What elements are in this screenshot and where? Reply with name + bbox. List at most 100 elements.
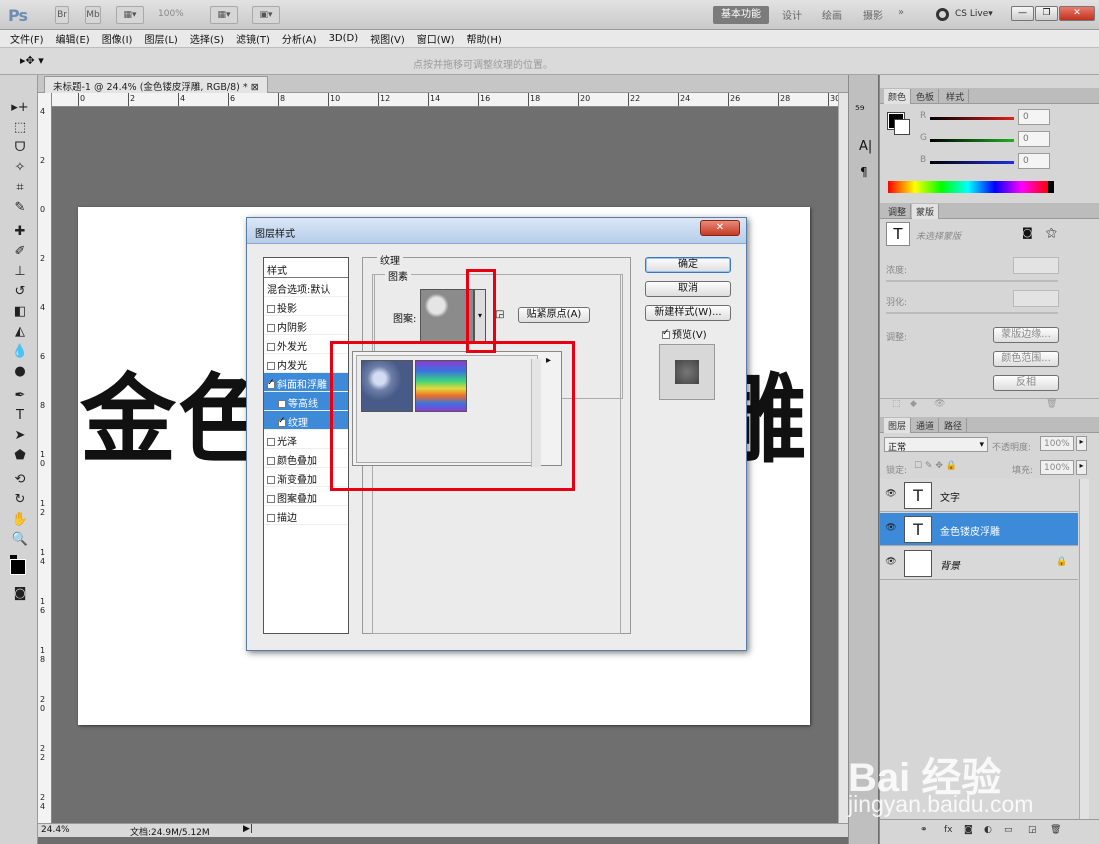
feather-field[interactable] [1013, 290, 1059, 307]
tab-paths[interactable]: 路径 [940, 418, 968, 433]
menu-analysis[interactable]: 分析(A) [282, 31, 317, 46]
view-extras-icon[interactable]: ▦▾ [116, 6, 144, 24]
tab-channels[interactable]: 通道 [912, 418, 940, 433]
dialog-close-button[interactable]: ✕ [700, 220, 740, 236]
feather-slider[interactable] [886, 312, 1058, 314]
status-menu-arrow-icon[interactable]: ▶| [243, 824, 253, 834]
tab-masks[interactable]: 蒙版 [912, 204, 940, 219]
style-checkbox[interactable] [267, 476, 275, 484]
menu-layer[interactable]: 图层(L) [144, 31, 177, 46]
style-checkbox[interactable] [267, 378, 275, 389]
status-zoom[interactable]: 24.4% [41, 825, 70, 835]
channel-value[interactable]: 0 [1018, 153, 1050, 169]
new-layer-icon[interactable]: ◲ [1028, 825, 1037, 835]
layers-scrollbar[interactable] [1079, 479, 1089, 819]
menu-filter[interactable]: 滤镜(T) [236, 31, 270, 46]
density-slider[interactable] [886, 280, 1058, 282]
shape-tool-icon[interactable]: ⬟ [10, 447, 30, 465]
close-button[interactable]: ✕ [1059, 6, 1095, 21]
blend-mode-select[interactable]: 正常 ▾ [884, 437, 988, 453]
tab-layers[interactable]: 图层 [884, 418, 912, 433]
screen-mode-icon[interactable]: ▣▾ [252, 6, 280, 24]
menu-view[interactable]: 视图(V) [370, 31, 405, 46]
bridge-icon[interactable]: Br [55, 6, 69, 24]
style-item[interactable]: 投影 [264, 297, 348, 316]
menu-3d[interactable]: 3D(D) [329, 33, 359, 44]
style-checkbox[interactable] [278, 416, 286, 427]
style-checkbox[interactable] [267, 343, 275, 351]
workspace-more[interactable]: » [898, 7, 904, 18]
tab-swatches[interactable]: 色板 [912, 89, 940, 104]
channel-slider[interactable] [930, 161, 1014, 164]
menu-file[interactable]: 文件(F) [10, 31, 44, 46]
load-selection-icon[interactable]: ⬚ [892, 399, 901, 409]
style-checkbox[interactable] [267, 495, 275, 503]
new-preset-icon[interactable]: ◲ [495, 309, 504, 320]
path-select-icon[interactable]: ➤ [10, 427, 30, 445]
select-pixel-mask-icon[interactable]: ◙ [1022, 226, 1033, 239]
styles-header[interactable]: 样式 [264, 258, 348, 278]
move-tool-preset-icon[interactable]: ▸✥ ▾ [20, 54, 44, 67]
clone-stamp-icon[interactable]: ⊥ [10, 263, 30, 281]
paint-bucket-icon[interactable]: ◭ [10, 323, 30, 341]
color-spectrum-bar[interactable] [888, 181, 1054, 193]
style-checkbox[interactable] [267, 438, 275, 446]
style-checkbox[interactable] [278, 400, 286, 408]
opacity-slider-arrow-icon[interactable]: ▸ [1076, 436, 1087, 451]
channel-slider[interactable] [930, 139, 1014, 142]
restore-button[interactable]: ❐ [1035, 6, 1058, 21]
eraser-tool-icon[interactable]: ◧ [10, 303, 30, 321]
document-tab[interactable]: 未标题-1 @ 24.4% (金色镂皮浮雕, RGB/8) * ⊠ [44, 76, 268, 93]
layer-row[interactable]: 👁 T 金色镂皮浮雕 [880, 513, 1078, 546]
preview-check-icon[interactable] [662, 328, 670, 339]
preview-checkbox[interactable]: 预览(V) [662, 326, 707, 341]
menu-window[interactable]: 窗口(W) [417, 31, 455, 46]
workspace-painting[interactable]: 绘画 [822, 7, 842, 22]
delete-mask-icon[interactable]: 🗑 [1046, 399, 1057, 409]
quick-mask-icon[interactable]: ◙ [10, 585, 30, 603]
layer-row[interactable]: 👁 T 文字 [880, 479, 1078, 512]
channel-value[interactable]: 0 [1018, 109, 1050, 125]
history-brush-icon[interactable]: ↺ [10, 283, 30, 301]
move-tool-icon[interactable]: ▸+ [10, 99, 30, 117]
fill-field[interactable]: 100% [1040, 460, 1074, 475]
visibility-eye-icon[interactable]: 👁 [884, 523, 898, 535]
marquee-tool-icon[interactable]: ⬚ [10, 119, 30, 137]
snap-to-origin-button[interactable]: 贴紧原点(A) [518, 307, 590, 323]
minimize-button[interactable]: — [1011, 6, 1034, 21]
mini-bridge-icon[interactable]: Mb [85, 6, 101, 24]
document-vertical-scrollbar[interactable] [838, 93, 848, 823]
zoom-level[interactable]: 100% [158, 9, 184, 19]
lock-icons[interactable]: ☐ ✎ ✥ 🔒 [914, 461, 957, 471]
fill-slider-arrow-icon[interactable]: ▸ [1076, 460, 1087, 475]
workspace-photography[interactable]: 摄影 [863, 7, 883, 22]
dodge-tool-icon[interactable]: ● [10, 363, 30, 381]
invert-button[interactable]: 反相 [993, 375, 1059, 391]
healing-brush-icon[interactable]: ✚ [10, 223, 30, 241]
style-checkbox[interactable] [267, 362, 275, 370]
pen-tool-icon[interactable]: ✒ [10, 387, 30, 405]
character-panel-icon[interactable]: A| [859, 139, 872, 154]
new-group-icon[interactable]: ▭ [1004, 825, 1013, 835]
opacity-field[interactable]: 100% [1040, 436, 1074, 451]
ok-button[interactable]: 确定 [645, 257, 731, 273]
crop-tool-icon[interactable]: ⌗ [10, 179, 30, 197]
3d-orbit-icon[interactable]: ↻ [10, 491, 30, 509]
workspace-design[interactable]: 设计 [782, 7, 802, 22]
brush-tool-icon[interactable]: ✐ [10, 243, 30, 261]
quick-select-tool-icon[interactable]: ✧ [10, 159, 30, 177]
tab-styles[interactable]: 样式 [942, 89, 970, 104]
layer-row[interactable]: 👁 背景 🔒 [880, 547, 1078, 580]
visibility-eye-icon[interactable]: 👁 [884, 557, 898, 569]
visibility-eye-icon[interactable]: 👁 [884, 489, 898, 501]
style-checkbox[interactable] [267, 324, 275, 332]
style-checkbox[interactable] [267, 514, 275, 522]
toggle-mask-icon[interactable]: 👁 [934, 399, 945, 409]
new-style-button[interactable]: 新建样式(W)... [645, 305, 731, 321]
arrange-documents-icon[interactable]: ▦▾ [210, 6, 238, 24]
foreground-color-swatch[interactable] [10, 559, 26, 575]
3d-rotate-icon[interactable]: ⟲ [10, 471, 30, 489]
apply-mask-icon[interactable]: ◆ [910, 399, 917, 409]
density-field[interactable] [1013, 257, 1059, 274]
cancel-button[interactable]: 取消 [645, 281, 731, 297]
